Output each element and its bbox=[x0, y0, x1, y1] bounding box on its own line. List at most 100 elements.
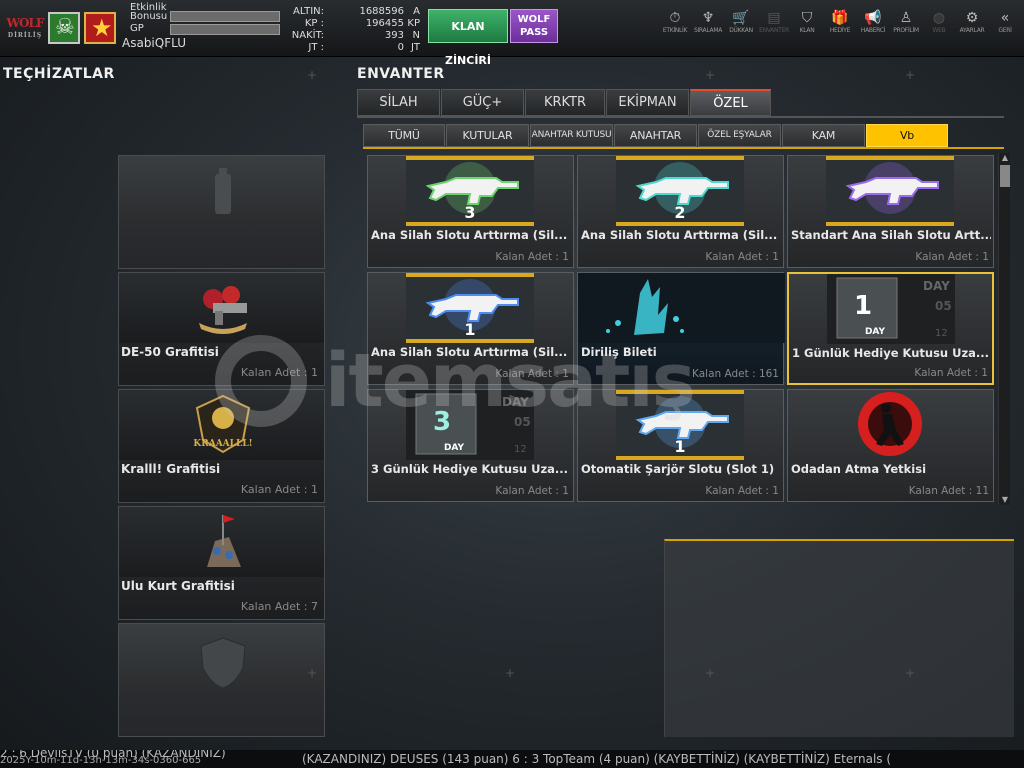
bonus-label-2: Bonusu bbox=[130, 11, 168, 22]
inventory-item-card[interactable]: 1 Ana Silah Slotu Arttırma (Sil... Kalan A… bbox=[367, 272, 574, 385]
nav-envanter[interactable]: ▤ ENVANTER bbox=[759, 10, 789, 40]
tab-1[interactable]: GÜÇ+ bbox=[441, 89, 524, 116]
item-name: Otomatik Şarjör Slotu (Slot 1) bbox=[581, 462, 775, 476]
gun-icon: 1 bbox=[616, 390, 744, 460]
equipment-quantity: Kalan Adet : 7 bbox=[240, 600, 318, 613]
scroll-thumb[interactable] bbox=[1000, 165, 1010, 187]
nav-ayarlar[interactable]: ⚙ AYARLAR bbox=[957, 10, 987, 40]
nav-label: ENVANTER bbox=[759, 27, 789, 34]
currency-value: 0 bbox=[397, 42, 404, 53]
wolf-pass-button[interactable]: WOLF PASS bbox=[510, 9, 558, 43]
subtabs-divider bbox=[363, 147, 1004, 149]
item-name: 1 Günlük Hediye Kutusu Uza... bbox=[792, 346, 990, 360]
nav-web[interactable]: ◍ WEB bbox=[924, 10, 954, 40]
tab-4[interactable]: ÖZEL bbox=[690, 89, 771, 116]
equipment-name: DE-50 Grafitisi bbox=[121, 345, 219, 359]
subtab-3[interactable]: ANAHTAR bbox=[614, 124, 697, 147]
scroll-up-icon[interactable]: ▲ bbox=[999, 153, 1011, 163]
nav-haberci̇[interactable]: 📢 HABERCİ bbox=[858, 10, 888, 40]
nav-siralama[interactable]: ♆ SIRALAMA bbox=[693, 10, 723, 40]
tab-3[interactable]: EKİPMAN bbox=[606, 89, 689, 116]
bonus-bar bbox=[170, 11, 280, 22]
day-icon: DAY 05 12 3 DAY bbox=[406, 390, 534, 460]
item-quantity: Kalan Adet : 161 bbox=[692, 368, 779, 380]
item-name: Ana Silah Slotu Arttırma (Sil... bbox=[371, 345, 568, 359]
subtab-4[interactable]: ÖZEL EŞYALAR bbox=[698, 124, 781, 147]
rank-star-icon bbox=[84, 12, 116, 44]
inventory-item-card[interactable]: 2 Ana Silah Slotu Arttırma (Sil... Kalan A… bbox=[577, 155, 784, 268]
gun-icon bbox=[826, 156, 954, 226]
item-name: Diriliş Bileti bbox=[581, 345, 657, 359]
nav-hedi̇ye[interactable]: 🎁 HEDİYE bbox=[825, 10, 855, 40]
equipment-name: Kralll! Grafitisi bbox=[121, 462, 221, 476]
kick-icon bbox=[826, 390, 954, 460]
svg-text:1: 1 bbox=[464, 320, 475, 339]
nav-etki̇nli̇k[interactable]: ⏱ ETKİNLİK bbox=[660, 10, 690, 40]
subtab-2[interactable]: ANAHTAR KUTUSU bbox=[530, 124, 613, 147]
inventory-item-card[interactable]: Odadan Atma Yetkisi Kalan Adet : 11 bbox=[787, 389, 994, 502]
inventory-item-card[interactable]: Diriliş Bileti Kalan Adet : 161 bbox=[577, 272, 785, 385]
inventory-item-card[interactable]: Standart Ana Silah Slotu Artt... Kalan Ad… bbox=[787, 155, 994, 268]
inventory-item-card[interactable]: 1 Otomatik Şarjör Slotu (Slot 1) Kalan Ade… bbox=[577, 389, 784, 502]
subtab-6[interactable]: Vb bbox=[866, 124, 948, 147]
svg-text:3: 3 bbox=[433, 407, 451, 437]
currency-unit: A bbox=[413, 6, 420, 17]
subtab-0[interactable]: TÜMÜ bbox=[363, 124, 445, 147]
svg-text:DAY: DAY bbox=[444, 443, 465, 453]
graffiti-icon bbox=[185, 511, 261, 573]
gp-label: GP bbox=[130, 23, 144, 34]
inventory-item-card[interactable]: DAY 05 12 1 DAY 1 Günlük Hediye Kutusu Uza...… bbox=[787, 272, 994, 385]
graffiti-icon bbox=[185, 277, 261, 339]
svg-text:DAY: DAY bbox=[923, 279, 950, 293]
nav-label: KLAN bbox=[799, 27, 815, 34]
equipment-slot[interactable]: DE-50 Grafitisi Kalan Adet : 1 bbox=[118, 272, 325, 386]
nav-label: WEB bbox=[932, 27, 946, 34]
gun-icon: 3 bbox=[406, 156, 534, 226]
item-quantity: Kalan Adet : 1 bbox=[495, 485, 569, 497]
equipment-quantity: Kalan Adet : 1 bbox=[240, 483, 318, 496]
nav-klan[interactable]: ⛉ KLAN bbox=[792, 10, 822, 40]
wolf-pass-label-2: PASS bbox=[519, 27, 549, 38]
subtab-1[interactable]: KUTULAR bbox=[446, 124, 529, 147]
wolf-pass-label-1: WOLF bbox=[517, 14, 551, 25]
gun-icon: 2 bbox=[616, 156, 744, 226]
currency-name: JT : bbox=[308, 42, 324, 53]
match-ticker: 2 : 6 DevilsTV (0 puan) (KAZANDINIZ) 202… bbox=[0, 750, 1024, 768]
inventory-item-card[interactable]: 3 Ana Silah Slotu Arttırma (Sil... Kalan A… bbox=[367, 155, 574, 268]
item-quantity: Kalan Adet : 1 bbox=[915, 251, 989, 263]
tabs-divider bbox=[357, 116, 1004, 118]
scroll-down-icon[interactable]: ▼ bbox=[999, 495, 1011, 505]
ticker-message: (KAZANDINIZ) DEUSES (143 puan) 6 : 3 Top… bbox=[302, 752, 892, 766]
nav-geri̇[interactable]: «GERİ bbox=[990, 10, 1020, 40]
nav-profi̇li̇m[interactable]: ♙ PROFİLİM bbox=[891, 10, 921, 40]
inventory-icon: ▤ bbox=[767, 10, 781, 26]
megaphone-icon: 📢 bbox=[864, 10, 882, 26]
klan-chain-button[interactable]: KLAN ZİNCİRİ bbox=[428, 9, 508, 67]
item-quantity: Kalan Adet : 1 bbox=[495, 368, 569, 380]
inventory-item-card[interactable]: DAY 05 12 3 DAY 3 Günlük Hediye Kutusu Uza...… bbox=[367, 389, 574, 502]
gift-icon: 🎁 bbox=[831, 10, 849, 26]
equipment-slot[interactable]: Ulu Kurt Grafitisi Kalan Adet : 7 bbox=[118, 506, 325, 620]
equipment-slot-empty[interactable] bbox=[118, 623, 325, 737]
item-name: Standart Ana Silah Slotu Artt... bbox=[791, 228, 991, 242]
svg-text:05: 05 bbox=[935, 299, 952, 313]
nav-dükkan[interactable]: 🛒 DÜKKAN bbox=[726, 10, 756, 40]
nav-label: HEDİYE bbox=[829, 27, 851, 34]
nav-label: GERİ bbox=[998, 27, 1012, 34]
tab-0[interactable]: SİLAH bbox=[357, 89, 440, 116]
equipment-title: TEÇHİZATLAR bbox=[3, 66, 115, 82]
currency-panel: ALTIN: 1688596 A KP : 196455 KP NAKİT: 393 N J… bbox=[284, 6, 424, 54]
tab-2[interactable]: KRKTR bbox=[525, 89, 605, 116]
inventory-scrollbar[interactable]: ▲ ▼ bbox=[998, 153, 1010, 505]
svg-text:3: 3 bbox=[464, 203, 475, 222]
subtab-5[interactable]: KAM bbox=[782, 124, 865, 147]
rank-icon: ♆ bbox=[701, 10, 715, 26]
item-quantity: Kalan Adet : 1 bbox=[495, 251, 569, 263]
graffiti-icon: KRAAALLL! bbox=[185, 394, 261, 456]
equipment-slot-empty[interactable] bbox=[118, 155, 325, 269]
nav-label: SIRALAMA bbox=[693, 27, 723, 34]
nav-label: ETKİNLİK bbox=[662, 27, 688, 34]
shield-icon: ⛉ bbox=[801, 10, 813, 26]
equipment-slot[interactable]: KRAAALLL! Kralll! Grafitisi Kalan Adet : 1 bbox=[118, 389, 325, 503]
graffiti-icon bbox=[185, 160, 261, 222]
